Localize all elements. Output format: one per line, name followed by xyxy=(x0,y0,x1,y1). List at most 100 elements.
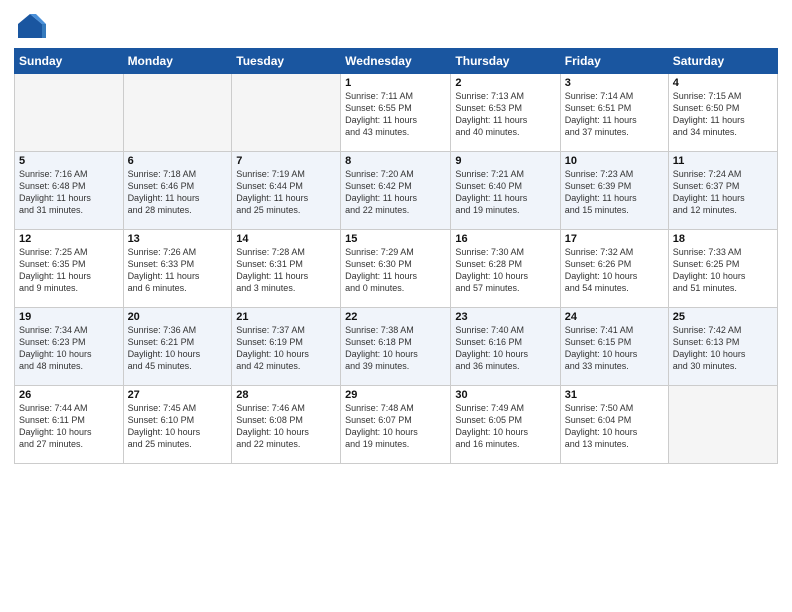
day-info: Sunrise: 7:36 AM Sunset: 6:21 PM Dayligh… xyxy=(128,324,228,373)
calendar-cell: 20Sunrise: 7:36 AM Sunset: 6:21 PM Dayli… xyxy=(123,308,232,386)
calendar-cell: 23Sunrise: 7:40 AM Sunset: 6:16 PM Dayli… xyxy=(451,308,560,386)
day-info: Sunrise: 7:25 AM Sunset: 6:35 PM Dayligh… xyxy=(19,246,119,295)
day-number: 18 xyxy=(673,233,773,245)
calendar-cell: 24Sunrise: 7:41 AM Sunset: 6:15 PM Dayli… xyxy=(560,308,668,386)
day-info: Sunrise: 7:44 AM Sunset: 6:11 PM Dayligh… xyxy=(19,402,119,451)
day-number: 17 xyxy=(565,233,664,245)
weekday-header-saturday: Saturday xyxy=(668,49,777,74)
day-number: 10 xyxy=(565,155,664,167)
day-info: Sunrise: 7:26 AM Sunset: 6:33 PM Dayligh… xyxy=(128,246,228,295)
day-info: Sunrise: 7:32 AM Sunset: 6:26 PM Dayligh… xyxy=(565,246,664,295)
calendar-cell: 21Sunrise: 7:37 AM Sunset: 6:19 PM Dayli… xyxy=(232,308,341,386)
calendar-cell: 15Sunrise: 7:29 AM Sunset: 6:30 PM Dayli… xyxy=(341,230,451,308)
day-number: 14 xyxy=(236,233,336,245)
day-info: Sunrise: 7:13 AM Sunset: 6:53 PM Dayligh… xyxy=(455,90,555,139)
day-info: Sunrise: 7:19 AM Sunset: 6:44 PM Dayligh… xyxy=(236,168,336,217)
calendar-cell: 18Sunrise: 7:33 AM Sunset: 6:25 PM Dayli… xyxy=(668,230,777,308)
weekday-header-thursday: Thursday xyxy=(451,49,560,74)
day-info: Sunrise: 7:45 AM Sunset: 6:10 PM Dayligh… xyxy=(128,402,228,451)
weekday-header-row: SundayMondayTuesdayWednesdayThursdayFrid… xyxy=(15,49,778,74)
day-info: Sunrise: 7:49 AM Sunset: 6:05 PM Dayligh… xyxy=(455,402,555,451)
day-info: Sunrise: 7:16 AM Sunset: 6:48 PM Dayligh… xyxy=(19,168,119,217)
page: SundayMondayTuesdayWednesdayThursdayFrid… xyxy=(0,0,792,612)
day-number: 31 xyxy=(565,389,664,401)
day-number: 30 xyxy=(455,389,555,401)
day-info: Sunrise: 7:14 AM Sunset: 6:51 PM Dayligh… xyxy=(565,90,664,139)
day-info: Sunrise: 7:24 AM Sunset: 6:37 PM Dayligh… xyxy=(673,168,773,217)
day-number: 5 xyxy=(19,155,119,167)
day-number: 16 xyxy=(455,233,555,245)
calendar-cell: 17Sunrise: 7:32 AM Sunset: 6:26 PM Dayli… xyxy=(560,230,668,308)
calendar-cell: 3Sunrise: 7:14 AM Sunset: 6:51 PM Daylig… xyxy=(560,74,668,152)
day-info: Sunrise: 7:42 AM Sunset: 6:13 PM Dayligh… xyxy=(673,324,773,373)
day-number: 24 xyxy=(565,311,664,323)
day-info: Sunrise: 7:15 AM Sunset: 6:50 PM Dayligh… xyxy=(673,90,773,139)
day-info: Sunrise: 7:37 AM Sunset: 6:19 PM Dayligh… xyxy=(236,324,336,373)
calendar-cell: 2Sunrise: 7:13 AM Sunset: 6:53 PM Daylig… xyxy=(451,74,560,152)
calendar-cell: 31Sunrise: 7:50 AM Sunset: 6:04 PM Dayli… xyxy=(560,386,668,464)
day-number: 7 xyxy=(236,155,336,167)
week-row-5: 26Sunrise: 7:44 AM Sunset: 6:11 PM Dayli… xyxy=(15,386,778,464)
day-number: 27 xyxy=(128,389,228,401)
day-number: 29 xyxy=(345,389,446,401)
day-number: 3 xyxy=(565,77,664,89)
calendar-cell: 13Sunrise: 7:26 AM Sunset: 6:33 PM Dayli… xyxy=(123,230,232,308)
calendar-cell: 14Sunrise: 7:28 AM Sunset: 6:31 PM Dayli… xyxy=(232,230,341,308)
calendar-cell: 7Sunrise: 7:19 AM Sunset: 6:44 PM Daylig… xyxy=(232,152,341,230)
day-number: 9 xyxy=(455,155,555,167)
week-row-3: 12Sunrise: 7:25 AM Sunset: 6:35 PM Dayli… xyxy=(15,230,778,308)
day-info: Sunrise: 7:33 AM Sunset: 6:25 PM Dayligh… xyxy=(673,246,773,295)
day-info: Sunrise: 7:28 AM Sunset: 6:31 PM Dayligh… xyxy=(236,246,336,295)
weekday-header-wednesday: Wednesday xyxy=(341,49,451,74)
week-row-1: 1Sunrise: 7:11 AM Sunset: 6:55 PM Daylig… xyxy=(15,74,778,152)
weekday-header-sunday: Sunday xyxy=(15,49,124,74)
day-number: 15 xyxy=(345,233,446,245)
day-number: 23 xyxy=(455,311,555,323)
calendar-cell: 4Sunrise: 7:15 AM Sunset: 6:50 PM Daylig… xyxy=(668,74,777,152)
day-number: 12 xyxy=(19,233,119,245)
day-info: Sunrise: 7:34 AM Sunset: 6:23 PM Dayligh… xyxy=(19,324,119,373)
calendar-cell: 27Sunrise: 7:45 AM Sunset: 6:10 PM Dayli… xyxy=(123,386,232,464)
logo-icon xyxy=(14,10,46,42)
calendar-cell: 22Sunrise: 7:38 AM Sunset: 6:18 PM Dayli… xyxy=(341,308,451,386)
calendar-cell: 6Sunrise: 7:18 AM Sunset: 6:46 PM Daylig… xyxy=(123,152,232,230)
day-number: 6 xyxy=(128,155,228,167)
day-number: 25 xyxy=(673,311,773,323)
day-number: 1 xyxy=(345,77,446,89)
calendar-cell: 25Sunrise: 7:42 AM Sunset: 6:13 PM Dayli… xyxy=(668,308,777,386)
weekday-header-friday: Friday xyxy=(560,49,668,74)
day-info: Sunrise: 7:46 AM Sunset: 6:08 PM Dayligh… xyxy=(236,402,336,451)
calendar-cell: 10Sunrise: 7:23 AM Sunset: 6:39 PM Dayli… xyxy=(560,152,668,230)
calendar-cell: 30Sunrise: 7:49 AM Sunset: 6:05 PM Dayli… xyxy=(451,386,560,464)
calendar-cell: 19Sunrise: 7:34 AM Sunset: 6:23 PM Dayli… xyxy=(15,308,124,386)
day-number: 11 xyxy=(673,155,773,167)
day-info: Sunrise: 7:18 AM Sunset: 6:46 PM Dayligh… xyxy=(128,168,228,217)
day-info: Sunrise: 7:11 AM Sunset: 6:55 PM Dayligh… xyxy=(345,90,446,139)
day-info: Sunrise: 7:23 AM Sunset: 6:39 PM Dayligh… xyxy=(565,168,664,217)
day-info: Sunrise: 7:30 AM Sunset: 6:28 PM Dayligh… xyxy=(455,246,555,295)
weekday-header-tuesday: Tuesday xyxy=(232,49,341,74)
day-info: Sunrise: 7:48 AM Sunset: 6:07 PM Dayligh… xyxy=(345,402,446,451)
calendar-cell xyxy=(668,386,777,464)
calendar-cell xyxy=(15,74,124,152)
calendar-cell: 28Sunrise: 7:46 AM Sunset: 6:08 PM Dayli… xyxy=(232,386,341,464)
calendar-cell: 16Sunrise: 7:30 AM Sunset: 6:28 PM Dayli… xyxy=(451,230,560,308)
header xyxy=(14,10,778,42)
day-info: Sunrise: 7:20 AM Sunset: 6:42 PM Dayligh… xyxy=(345,168,446,217)
day-info: Sunrise: 7:50 AM Sunset: 6:04 PM Dayligh… xyxy=(565,402,664,451)
day-info: Sunrise: 7:29 AM Sunset: 6:30 PM Dayligh… xyxy=(345,246,446,295)
calendar-cell xyxy=(232,74,341,152)
day-number: 26 xyxy=(19,389,119,401)
day-number: 19 xyxy=(19,311,119,323)
day-info: Sunrise: 7:38 AM Sunset: 6:18 PM Dayligh… xyxy=(345,324,446,373)
day-number: 8 xyxy=(345,155,446,167)
calendar-cell: 9Sunrise: 7:21 AM Sunset: 6:40 PM Daylig… xyxy=(451,152,560,230)
day-number: 21 xyxy=(236,311,336,323)
day-number: 4 xyxy=(673,77,773,89)
calendar: SundayMondayTuesdayWednesdayThursdayFrid… xyxy=(14,48,778,464)
calendar-cell: 1Sunrise: 7:11 AM Sunset: 6:55 PM Daylig… xyxy=(341,74,451,152)
day-info: Sunrise: 7:40 AM Sunset: 6:16 PM Dayligh… xyxy=(455,324,555,373)
calendar-cell: 11Sunrise: 7:24 AM Sunset: 6:37 PM Dayli… xyxy=(668,152,777,230)
calendar-cell: 12Sunrise: 7:25 AM Sunset: 6:35 PM Dayli… xyxy=(15,230,124,308)
day-info: Sunrise: 7:41 AM Sunset: 6:15 PM Dayligh… xyxy=(565,324,664,373)
